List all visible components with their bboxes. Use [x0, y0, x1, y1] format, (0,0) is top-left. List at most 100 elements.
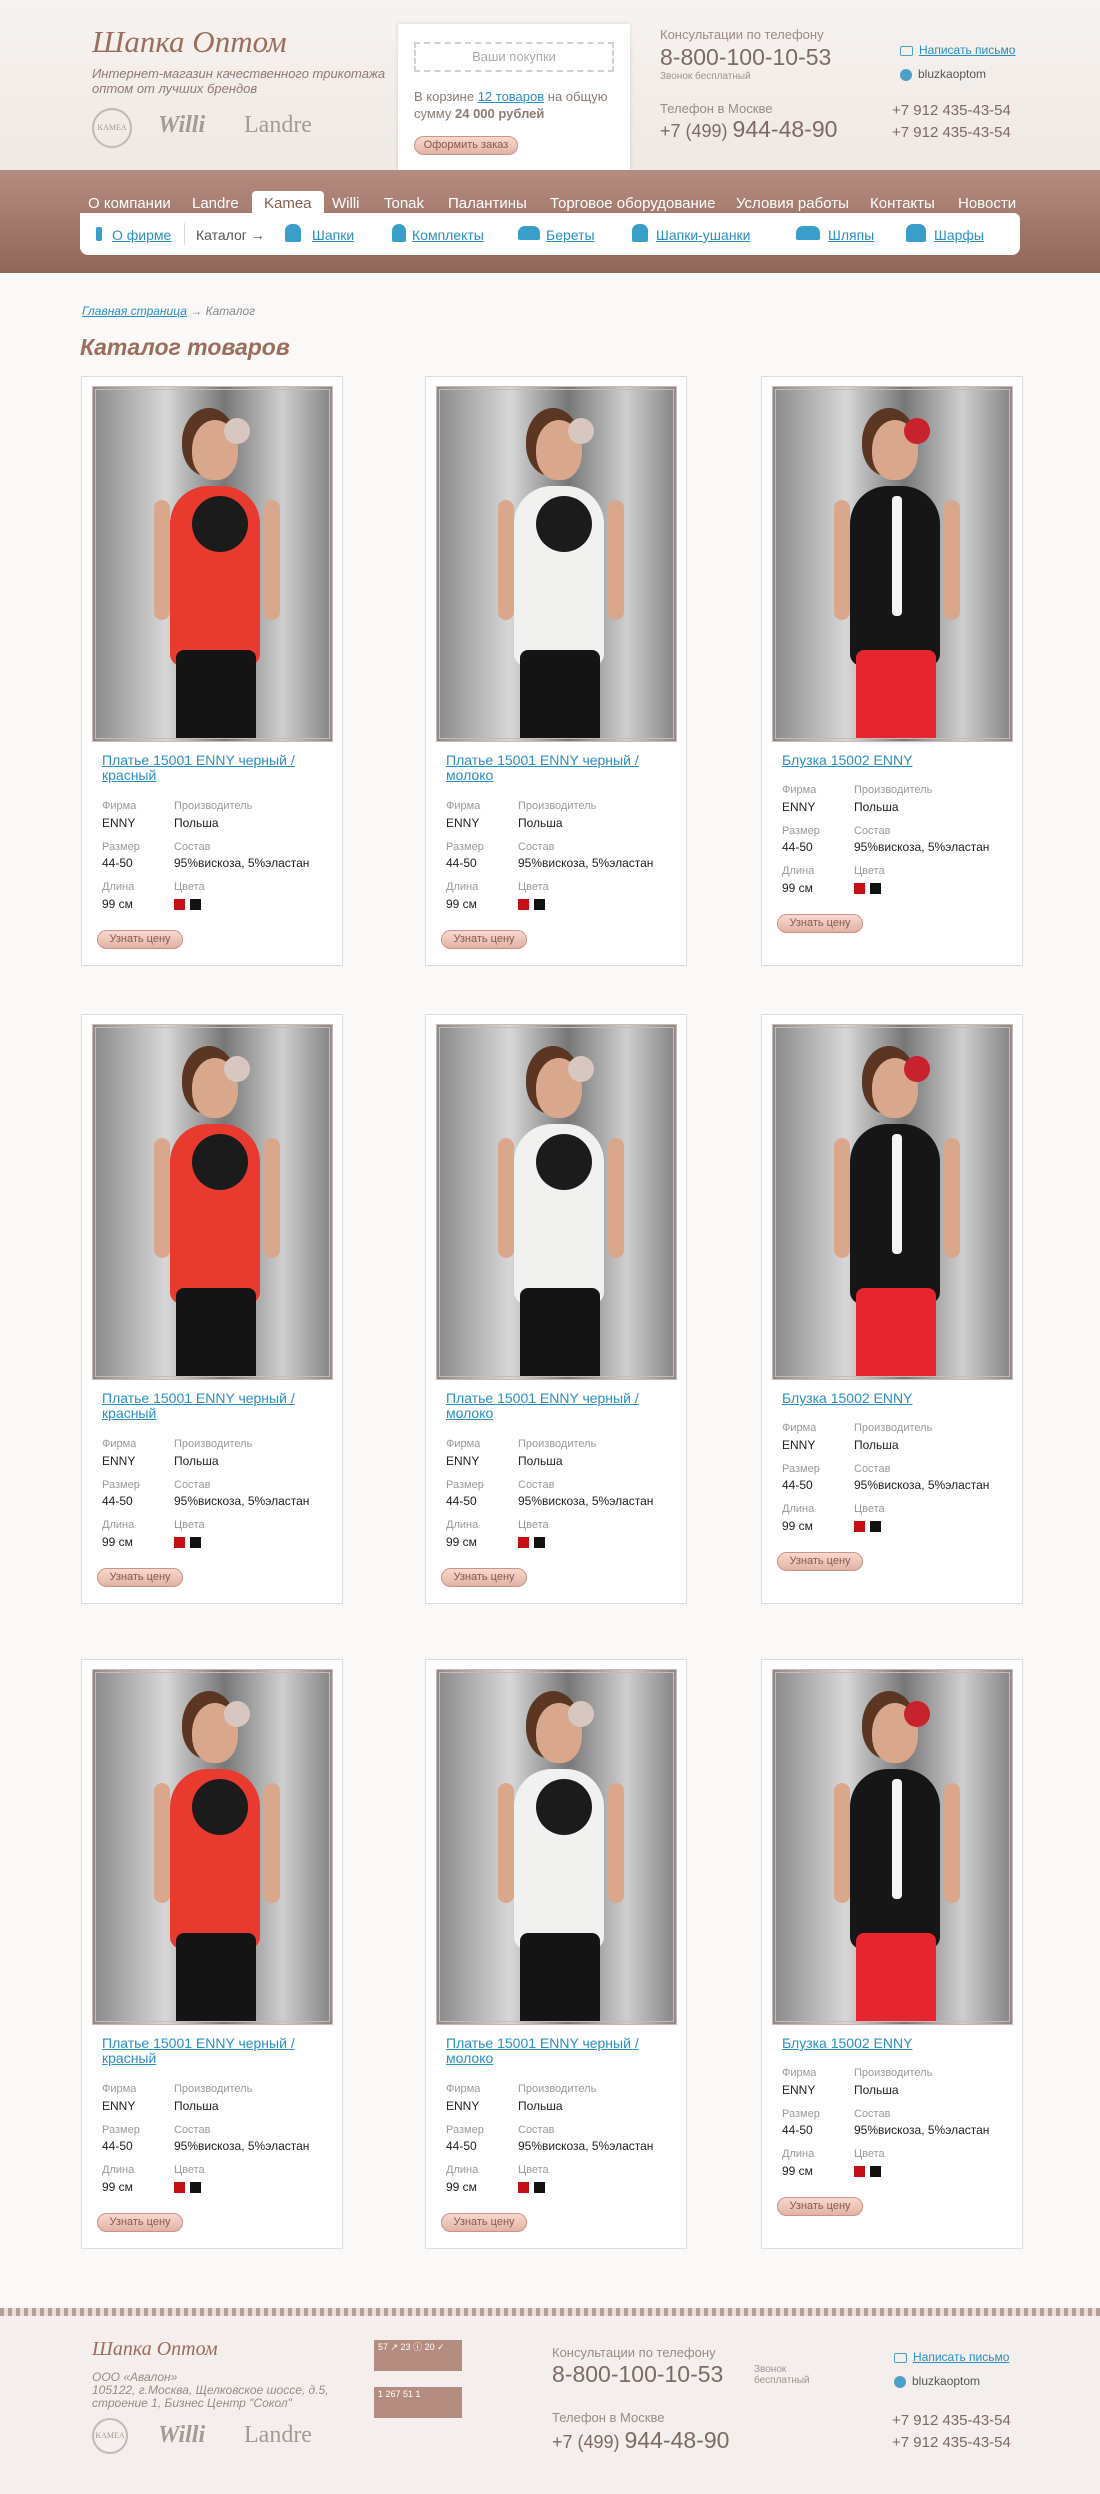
size-value: 44-50: [102, 1494, 133, 1508]
product-title-link[interactable]: Блузка 15002 ENNY: [782, 753, 1002, 768]
color-swatch-red[interactable]: [854, 883, 865, 894]
color-swatch-red[interactable]: [854, 1521, 865, 1532]
footer-brand-willi[interactable]: Willi: [158, 2422, 205, 2449]
cart-items-link[interactable]: 12 товаров: [478, 89, 544, 104]
figure-skirt: [520, 650, 600, 738]
product-photo[interactable]: [436, 1669, 677, 2025]
size-value: 44-50: [446, 2139, 477, 2153]
catalog-label: Каталог →: [196, 227, 265, 243]
visit-counter-1[interactable]: 57 ↗ 23 ⓘ 20 ✓: [374, 2340, 462, 2371]
sub-nav-brim-hats[interactable]: Шляпы: [828, 227, 874, 243]
visit-counter-2[interactable]: 1 267 51 1: [374, 2387, 462, 2418]
firm-value: ENNY: [446, 1454, 480, 1468]
sub-nav-about[interactable]: О фирме: [112, 227, 171, 243]
figure-arm: [608, 1138, 624, 1258]
product-photo[interactable]: [92, 1669, 333, 2025]
brand-logo-willi[interactable]: Willi: [158, 112, 205, 139]
color-swatch-black[interactable]: [190, 899, 201, 910]
figure-skirt: [176, 650, 256, 738]
price-button[interactable]: Узнать цену: [441, 930, 527, 949]
color-swatch-black[interactable]: [190, 1537, 201, 1548]
cart-total: 24 000 рублей: [455, 106, 545, 121]
firm-label: Фирма: [446, 800, 481, 812]
price-button[interactable]: Узнать цену: [97, 2213, 183, 2232]
color-swatch-black[interactable]: [870, 2166, 881, 2177]
product-title-link[interactable]: Платье 15001 ENNY черный / красный: [102, 2036, 322, 2066]
hair-flower: [568, 1056, 594, 1082]
color-swatch-red[interactable]: [518, 899, 529, 910]
firm-value: ENNY: [102, 1454, 136, 1468]
color-swatch-black[interactable]: [534, 1537, 545, 1548]
product-title-link[interactable]: Платье 15001 ENNY черный / молоко: [446, 1391, 666, 1421]
color-swatch-red[interactable]: [518, 2182, 529, 2193]
product-title-link[interactable]: Платье 15001 ENNY черный / молоко: [446, 753, 666, 783]
figure-arm: [944, 1138, 960, 1258]
color-swatch-red[interactable]: [854, 2166, 865, 2177]
product-photo[interactable]: [772, 1024, 1013, 1380]
footer-logo[interactable]: Шапка Оптом: [92, 2338, 218, 2361]
price-button[interactable]: Узнать цену: [97, 930, 183, 949]
price-button[interactable]: Узнать цену: [441, 1568, 527, 1587]
color-swatch-red[interactable]: [174, 2182, 185, 2193]
breadcrumb-home[interactable]: Главная страница: [82, 304, 187, 318]
hair-flower: [904, 1701, 930, 1727]
length-value: 99 см: [446, 1535, 477, 1549]
price-button[interactable]: Узнать цену: [777, 2197, 863, 2216]
color-swatch-black[interactable]: [870, 883, 881, 894]
product-photo[interactable]: [92, 386, 333, 742]
color-swatch-black[interactable]: [534, 899, 545, 910]
size-label: Размер: [102, 1479, 140, 1491]
order-button[interactable]: Оформить заказ: [414, 136, 518, 155]
product-title-link[interactable]: Блузка 15002 ENNY: [782, 1391, 1002, 1406]
write-email-link[interactable]: Написать письмо: [900, 43, 1015, 57]
size-label: Размер: [446, 2124, 484, 2136]
product-title-link[interactable]: Платье 15001 ENNY черный / красный: [102, 753, 322, 783]
sub-nav-sets[interactable]: Комплекты: [412, 227, 484, 243]
product-card: Платье 15001 ENNY черный / молоко Фирма Пр…: [425, 1659, 687, 2249]
dress-circle-pattern: [536, 496, 592, 552]
product-photo[interactable]: [92, 1024, 333, 1380]
cart-summary: В корзине 12 товаров на общую сумму 24 0…: [414, 89, 608, 121]
product-photo[interactable]: [772, 1669, 1013, 2025]
color-swatch-black[interactable]: [190, 2182, 201, 2193]
product-title-link[interactable]: Платье 15001 ENNY черный / красный: [102, 1391, 322, 1421]
brand-logo-landre[interactable]: Landre: [244, 112, 312, 139]
footer-address: ООО «Авалон» 105122, г.Москва, Щелковское…: [92, 2370, 329, 2410]
price-button[interactable]: Узнать цену: [97, 1568, 183, 1587]
product-photo[interactable]: [436, 1024, 677, 1380]
sub-nav-scarves[interactable]: Шарфы: [934, 227, 984, 243]
figure-arm: [944, 500, 960, 620]
price-button[interactable]: Узнать цену: [777, 1552, 863, 1571]
hair-flower: [568, 418, 594, 444]
footer-skype[interactable]: bluzkaoptom: [894, 2374, 980, 2388]
color-swatch-black[interactable]: [534, 2182, 545, 2193]
price-button[interactable]: Узнать цену: [441, 2213, 527, 2232]
price-button[interactable]: Узнать цену: [777, 914, 863, 933]
color-swatch-red[interactable]: [518, 1537, 529, 1548]
cart-widget: Ваши покупки В корзине 12 товаров на общ…: [398, 24, 630, 170]
product-photo[interactable]: [436, 386, 677, 742]
footer-write-email-link[interactable]: Написать письмо: [894, 2350, 1009, 2364]
color-swatch-black[interactable]: [870, 1521, 881, 1532]
sub-nav-earflap-hats[interactable]: Шапки-ушанки: [656, 227, 751, 243]
footer-brand-landre[interactable]: Landre: [244, 2422, 312, 2449]
sub-nav-hats[interactable]: Шапки: [312, 227, 354, 243]
color-swatch-red[interactable]: [174, 899, 185, 910]
product-title-link[interactable]: Платье 15001 ENNY черный / молоко: [446, 2036, 666, 2066]
product-title-link[interactable]: Блузка 15002 ENNY: [782, 2036, 1002, 2051]
dress-circle-pattern: [192, 1134, 248, 1190]
figure-skirt: [176, 1288, 256, 1376]
skype-contact[interactable]: bluzkaoptom: [900, 67, 986, 81]
size-label: Размер: [782, 825, 820, 837]
color-swatch-red[interactable]: [174, 1537, 185, 1548]
skype-icon: [900, 68, 912, 81]
page-title: Каталог товаров: [80, 334, 290, 360]
sub-nav-berets[interactable]: Береты: [546, 227, 595, 243]
footer-brand-kamea[interactable]: KAMEA: [92, 2418, 128, 2454]
product-photo[interactable]: [772, 386, 1013, 742]
site-logo[interactable]: Шапка Оптом: [92, 24, 287, 60]
maker-value: Польша: [174, 2099, 219, 2113]
length-value: 99 см: [782, 881, 813, 895]
brand-logo-kamea[interactable]: KAMEA: [92, 108, 132, 148]
moscow-phone-label: Телефон в Москве: [660, 101, 773, 116]
